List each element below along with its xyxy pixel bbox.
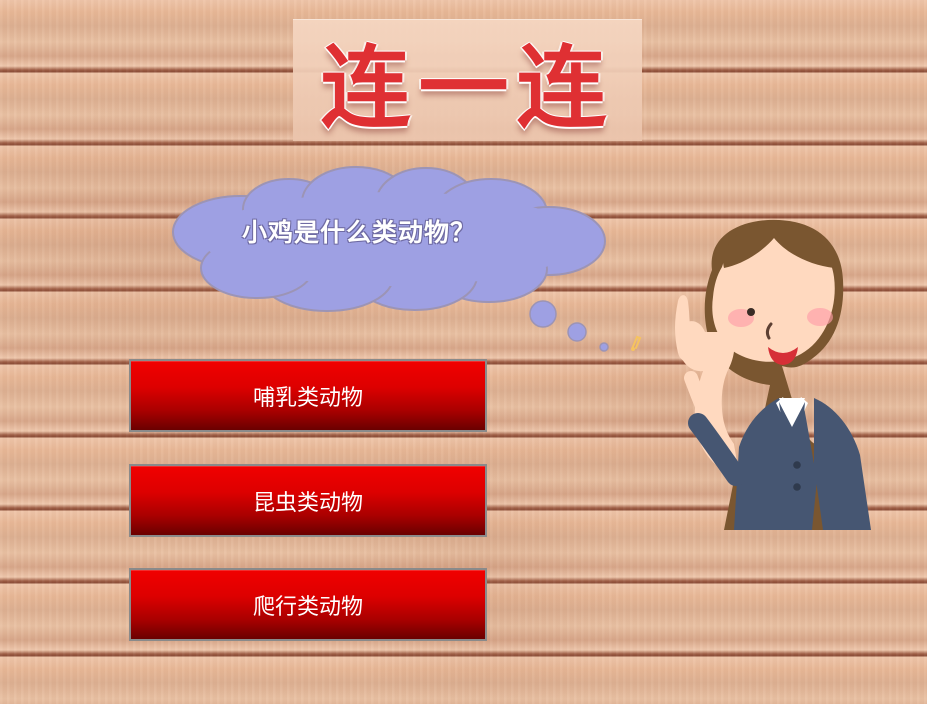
teacher-icon xyxy=(675,219,871,530)
sparkle-icon xyxy=(631,335,642,351)
title-panel: 连一连 xyxy=(293,19,642,141)
game-title: 连一连 xyxy=(320,35,615,141)
question-text: 小鸡是什么类动物？ xyxy=(242,218,477,247)
answer-button-insect[interactable]: 昆虫类动物 xyxy=(129,464,487,537)
thought-bubbles-icon xyxy=(529,300,609,352)
answer-button-reptile[interactable]: 爬行类动物 xyxy=(129,568,487,641)
game-screen: 连一连 小鸡是什么类动物？ 哺乳类动物 昆虫类动物 爬行类动物 xyxy=(0,0,927,704)
answer-button-mammal[interactable]: 哺乳类动物 xyxy=(129,359,487,432)
